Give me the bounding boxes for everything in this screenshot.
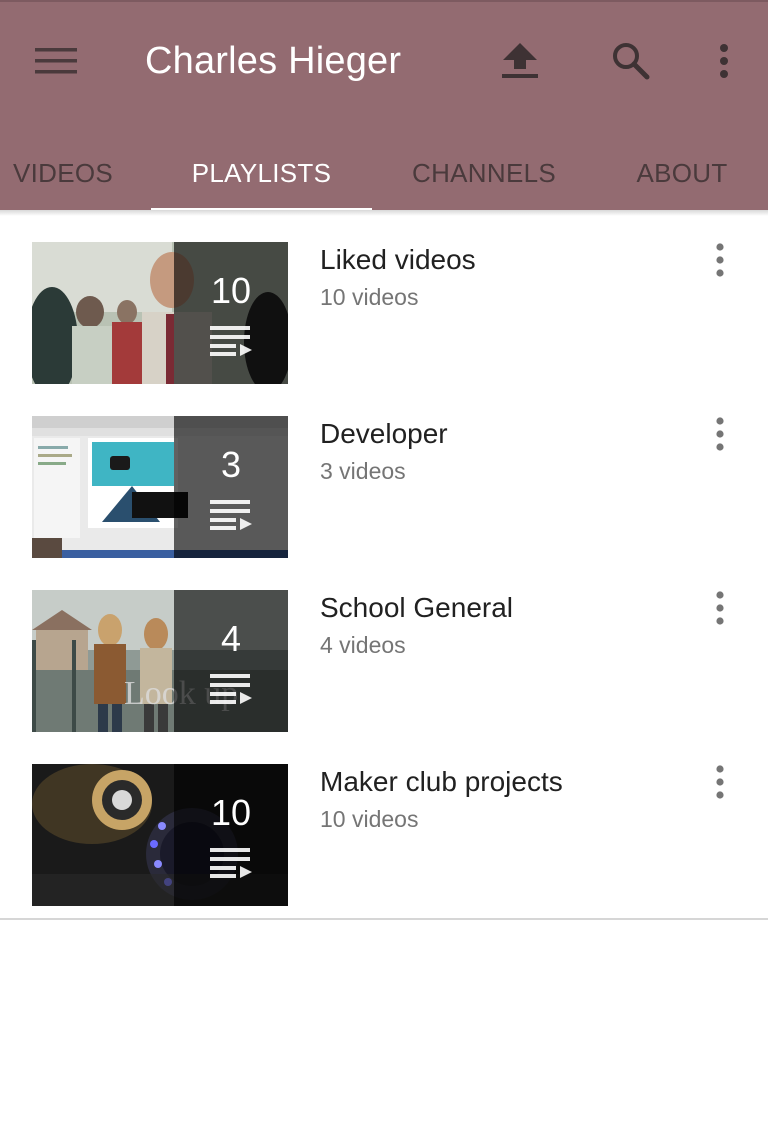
search-icon[interactable]	[603, 36, 659, 86]
playlist-row-developer[interactable]: 3 Developer 3 videos	[0, 390, 768, 564]
video-count: 10	[210, 792, 252, 833]
more-vertical-icon[interactable]	[700, 760, 740, 804]
video-count: 3	[220, 444, 242, 485]
playlist-video-count: 4 videos	[320, 632, 406, 658]
playlist-title: Maker club projects	[320, 766, 563, 797]
playlist-thumbnail[interactable]: 10	[32, 242, 288, 384]
tab-bar: VIDEOS PLAYLISTS CHANNELS ABOUT	[0, 134, 768, 213]
tab-playlists[interactable]: PLAYLISTS	[151, 134, 372, 212]
playlist-thumbnail[interactable]: Look up 4	[32, 590, 288, 732]
playlist-icon	[210, 326, 252, 356]
playlist-thumbnail[interactable]: 10	[32, 764, 288, 906]
thumbnail-overlay	[174, 242, 288, 384]
playlist-icon	[210, 500, 252, 530]
tab-channels[interactable]: CHANNELS	[398, 134, 570, 212]
video-count: 4	[220, 618, 242, 659]
more-vertical-icon[interactable]	[696, 36, 752, 86]
playlist-video-count: 10 videos	[320, 284, 419, 310]
thumbnail-overlay	[174, 764, 288, 906]
channel-title: Charles Hieger	[145, 40, 402, 82]
tab-videos[interactable]: VIDEOS	[0, 134, 126, 212]
playlist-title: Liked videos	[320, 244, 476, 275]
video-count: 10	[210, 270, 252, 311]
playlist-icon	[210, 674, 252, 704]
playlist-video-count: 3 videos	[320, 458, 406, 484]
list-end-divider	[0, 918, 768, 920]
playlist-title: School General	[320, 592, 514, 623]
more-vertical-icon[interactable]	[700, 412, 740, 456]
hamburger-menu-icon[interactable]	[28, 36, 84, 86]
tab-about[interactable]: ABOUT	[622, 134, 742, 212]
playlist-row-liked-videos[interactable]: 10 Liked videos 10 videos	[0, 216, 768, 390]
playlist-icon	[210, 848, 252, 878]
playlist-row-maker-club-projects[interactable]: 10 Maker club projects 10 videos	[0, 738, 768, 912]
playlist-video-count: 10 videos	[320, 806, 419, 832]
playlist-row-school-general[interactable]: Look up 4 School General 4 videos	[0, 564, 768, 738]
app-bar: Charles Hieger VIDEOS PLAYLISTS CHANNELS…	[0, 0, 768, 213]
playlist-thumbnail[interactable]: 3	[32, 416, 288, 558]
more-vertical-icon[interactable]	[700, 238, 740, 282]
more-vertical-icon[interactable]	[700, 586, 740, 630]
thumbnail-overlay	[174, 416, 288, 558]
playlist-title: Developer	[320, 418, 448, 449]
upload-icon[interactable]	[492, 36, 548, 86]
thumbnail-overlay	[174, 590, 288, 732]
